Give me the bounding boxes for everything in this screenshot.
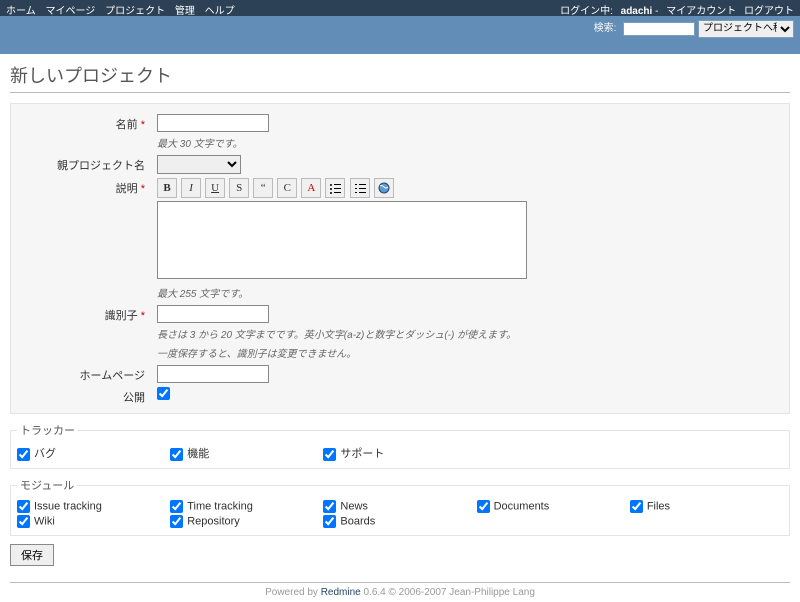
identifier-hint2: 一度保存すると、識別子は変更できません。 bbox=[157, 344, 781, 363]
name-label: 名前 bbox=[116, 119, 138, 131]
module-boards-checkbox[interactable] bbox=[323, 515, 336, 528]
search-label: 検索: bbox=[594, 23, 617, 34]
tracker-bug-checkbox[interactable] bbox=[17, 448, 30, 461]
italic-icon[interactable]: I bbox=[181, 178, 201, 198]
login-label: ログイン中: bbox=[560, 6, 613, 17]
module-files-checkbox[interactable] bbox=[630, 500, 643, 513]
module-docs-checkbox[interactable] bbox=[477, 500, 490, 513]
nav-projects[interactable]: プロジェクト bbox=[105, 6, 165, 17]
redmine-link[interactable]: Redmine bbox=[321, 587, 361, 598]
parent-select[interactable] bbox=[157, 155, 241, 174]
description-label: 説明 bbox=[116, 183, 138, 195]
public-checkbox[interactable] bbox=[157, 387, 170, 400]
bold-icon[interactable]: B bbox=[157, 178, 177, 198]
homepage-input[interactable] bbox=[157, 365, 269, 383]
nav-home[interactable]: ホーム bbox=[6, 6, 36, 17]
module-repo-checkbox[interactable] bbox=[170, 515, 183, 528]
logout-link[interactable]: ログアウト bbox=[744, 6, 794, 17]
name-hint: 最大 30 文字です。 bbox=[157, 134, 781, 153]
nav-mypage[interactable]: マイページ bbox=[45, 6, 95, 17]
globe-icon[interactable] bbox=[374, 178, 394, 198]
tracker-bug-label: バグ bbox=[34, 448, 56, 460]
identifier-input[interactable] bbox=[157, 305, 269, 323]
myaccount-link[interactable]: マイアカウント bbox=[666, 6, 736, 17]
nav-help[interactable]: ヘルプ bbox=[205, 6, 235, 17]
editor-toolbar: B I U S “ C A bbox=[157, 178, 781, 198]
user-link[interactable]: adachi bbox=[621, 6, 653, 17]
tracker-feature-label: 機能 bbox=[187, 448, 209, 460]
strike-icon[interactable]: S bbox=[229, 178, 249, 198]
color-icon[interactable]: A bbox=[301, 178, 321, 198]
description-input[interactable] bbox=[157, 201, 527, 279]
module-time-checkbox[interactable] bbox=[170, 500, 183, 513]
save-button[interactable]: 保存 bbox=[10, 544, 54, 566]
name-input[interactable] bbox=[157, 114, 269, 132]
quote-icon[interactable]: “ bbox=[253, 178, 273, 198]
project-form-box: 名前 * 最大 30 文字です。 親プロジェクト名 説明 * B I U S “… bbox=[10, 103, 790, 414]
modules-fieldset: モジュール Issue tracking Wiki Time tracking … bbox=[10, 477, 790, 536]
nav-admin[interactable]: 管理 bbox=[175, 6, 195, 17]
underline-icon[interactable]: U bbox=[205, 178, 225, 198]
identifier-hint1: 長さは 3 から 20 文字までです。英小文字(a-z)と数字とダッシュ(-) … bbox=[157, 325, 781, 344]
modules-legend: モジュール bbox=[17, 477, 77, 493]
description-hint: 最大 255 文字です。 bbox=[157, 284, 781, 303]
public-label: 公開 bbox=[123, 392, 145, 404]
code-icon[interactable]: C bbox=[277, 178, 297, 198]
search-input[interactable] bbox=[623, 22, 695, 36]
module-wiki-checkbox[interactable] bbox=[17, 515, 30, 528]
trackers-legend: トラッカー bbox=[17, 422, 78, 438]
project-jump-select[interactable]: プロジェクトへ移動... bbox=[698, 20, 794, 38]
module-issue-checkbox[interactable] bbox=[17, 500, 30, 513]
homepage-label: ホームページ bbox=[80, 370, 145, 382]
tracker-feature-checkbox[interactable] bbox=[170, 448, 183, 461]
header: 検索: プロジェクトへ移動... bbox=[0, 16, 800, 54]
tracker-support-checkbox[interactable] bbox=[323, 448, 336, 461]
tracker-support-label: サポート bbox=[340, 448, 384, 460]
page-title: 新しいプロジェクト bbox=[10, 60, 790, 93]
top-menu: ログイン中: adachi - マイアカウント ログアウト ホーム マイページ … bbox=[0, 0, 800, 16]
ul-icon[interactable] bbox=[325, 178, 345, 198]
identifier-label: 識別子 bbox=[105, 310, 138, 322]
module-news-checkbox[interactable] bbox=[323, 500, 336, 513]
footer: Powered by Redmine 0.6.4 © 2006-2007 Jea… bbox=[10, 582, 790, 602]
ol-icon[interactable] bbox=[350, 178, 370, 198]
parent-label: 親プロジェクト名 bbox=[57, 160, 145, 172]
trackers-fieldset: トラッカー バグ 機能 サポート bbox=[10, 422, 790, 469]
main: 新しいプロジェクト 名前 * 最大 30 文字です。 親プロジェクト名 説明 *… bbox=[0, 54, 800, 576]
